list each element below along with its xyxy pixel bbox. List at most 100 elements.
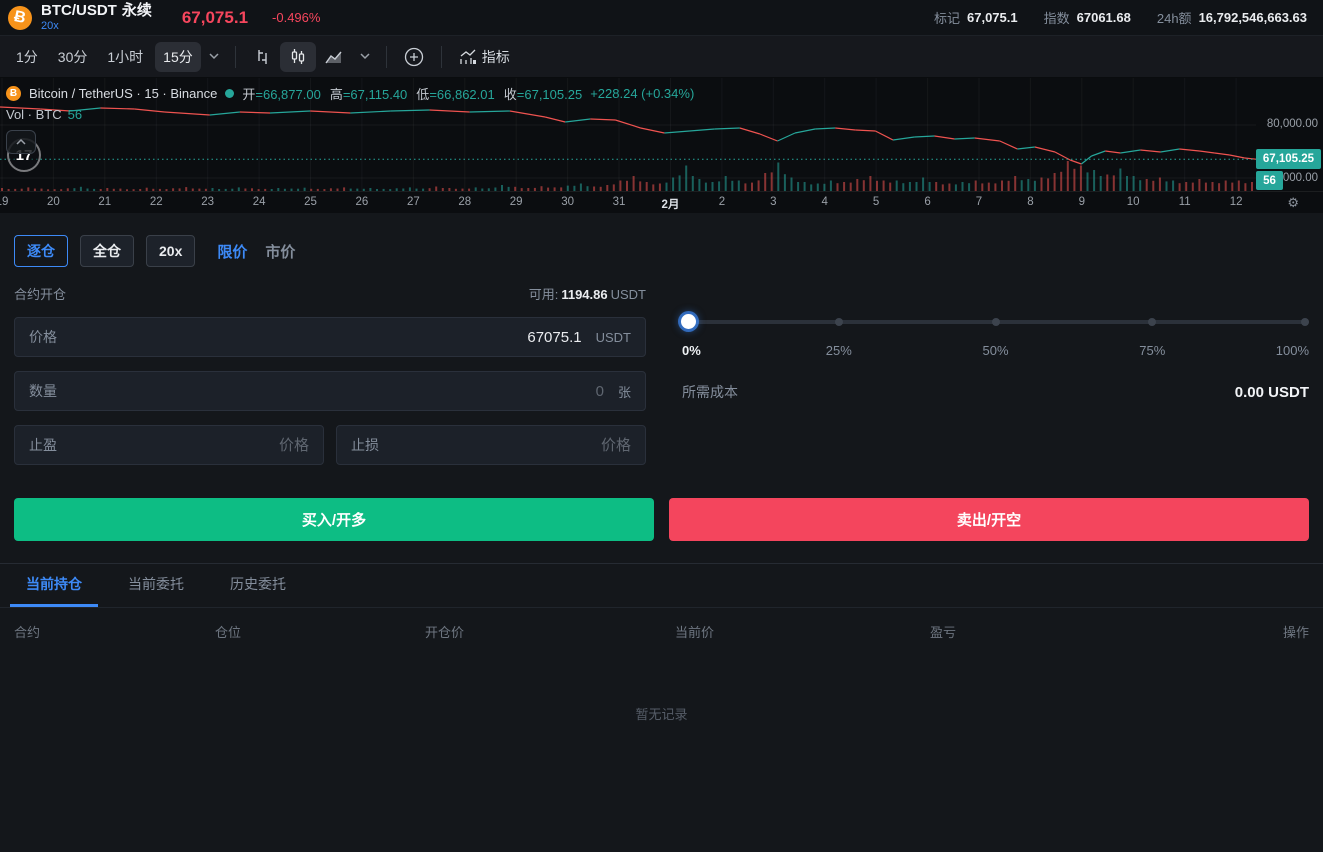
symbol-name: BTC/USDT — [41, 2, 117, 19]
sell-short-button[interactable]: 卖出/开空 — [669, 498, 1309, 541]
price-axis-label-partial: 000.00 — [1283, 172, 1318, 184]
column-header: 合约 — [14, 622, 215, 641]
slider-tick-50[interactable] — [992, 318, 1000, 326]
take-profit-field[interactable]: 止盈 — [14, 425, 324, 465]
indicators-button[interactable]: 指标 — [450, 42, 518, 72]
time-label: 20 — [47, 196, 60, 208]
price-chart[interactable]: Ƀ Bitcoin / TetherUS · 15 · Binance 开=66… — [0, 78, 1323, 213]
time-label: 25 — [304, 196, 317, 208]
toolbar-divider — [441, 46, 442, 68]
stat-value: 67061.68 — [1077, 10, 1131, 25]
order-mode-row: 逐仓全仓 20x 限价市价 — [14, 235, 646, 267]
column-header: 盈亏 — [930, 622, 1249, 641]
slider-percent-labels: 0%25%50%75%100% — [682, 343, 1309, 358]
btc-mini-icon: Ƀ — [6, 86, 21, 101]
last-price: 67,075.1 — [182, 8, 248, 28]
cost-value: 0.00 USDT — [1235, 384, 1309, 401]
time-label: 19 — [0, 196, 8, 208]
time-label: 7 — [976, 196, 982, 208]
interval-dropdown-button[interactable] — [201, 48, 227, 65]
bar-chart-type-button[interactable] — [244, 42, 280, 72]
price-field-suffix: USDT — [596, 330, 631, 345]
toolbar-divider — [386, 46, 387, 68]
positions-tab[interactable]: 当前委托 — [112, 563, 200, 607]
ohlc-change: +228.24 (+0.34%) — [590, 86, 694, 101]
axis-settings-gear-icon[interactable]: ⚙ — [1287, 195, 1299, 211]
slider-handle[interactable] — [681, 314, 696, 329]
chevron-down-icon — [360, 53, 370, 60]
slider-tick-100[interactable] — [1301, 318, 1309, 326]
market-status-dot — [225, 89, 234, 98]
interval-button[interactable]: 1分 — [8, 42, 46, 72]
time-label: 4 — [821, 196, 827, 208]
order-type-tab[interactable]: 限价 — [217, 241, 247, 262]
ohlc-value: =66,862.01 — [429, 87, 494, 102]
stop-loss-field[interactable]: 止损 — [336, 425, 646, 465]
margin-mode-button[interactable]: 全仓 — [80, 235, 134, 267]
trading-app: Ƀ BTC/USDT永续 20x 67,075.1 -0.496% 标记67,0… — [0, 0, 1323, 852]
symbol-selector[interactable]: BTC/USDT 永续 20x — [41, 3, 152, 33]
ohlc-value: =67,105.25 — [517, 87, 582, 102]
ohlc-bars-icon — [252, 47, 272, 67]
ohlc-item: 低=66,862.01 — [416, 84, 494, 103]
leverage-tag: 20x — [41, 20, 152, 32]
price-field-label: 价格 — [29, 327, 57, 347]
price-axis[interactable]: 80,000.00 000.00 67,105.25 56 — [1256, 78, 1323, 191]
order-type-tab[interactable]: 市价 — [265, 241, 295, 262]
buy-long-button[interactable]: 买入/开多 — [14, 498, 654, 541]
time-label: 22 — [150, 196, 163, 208]
stop-loss-input[interactable] — [379, 437, 631, 454]
chevron-down-icon — [209, 53, 219, 60]
indicators-label: 指标 — [482, 47, 510, 67]
chart-type-dropdown-button[interactable] — [352, 48, 378, 65]
section-title: 合约开仓 — [14, 284, 66, 303]
margin-mode-button[interactable]: 逐仓 — [14, 235, 68, 267]
area-chart-type-button[interactable] — [316, 43, 352, 71]
time-label: 9 — [1079, 196, 1085, 208]
volume-value: 56 — [68, 107, 82, 122]
column-header: 开仓价 — [425, 622, 675, 641]
candle-chart-type-button[interactable] — [280, 42, 316, 72]
time-label: 2月 — [662, 196, 680, 212]
positions-section: 当前持仓当前委托历史委托 合约仓位开仓价当前价盈亏操作 暂无记录 — [0, 563, 1323, 723]
market-stats: 标记67,075.1指数67061.6824h额16,792,546,663.6… — [934, 8, 1307, 27]
positions-tab[interactable]: 历史委托 — [214, 563, 302, 607]
stat-value: 16,792,546,663.63 — [1199, 10, 1307, 25]
leverage-button[interactable]: 20x — [146, 235, 195, 267]
time-label: 2 — [719, 196, 725, 208]
price-input[interactable] — [57, 329, 582, 346]
amount-percent-slider[interactable] — [682, 314, 1309, 330]
chart-collapse-button[interactable] — [6, 130, 36, 154]
indicators-icon — [458, 48, 478, 66]
btc-coin-icon: Ƀ — [8, 6, 32, 30]
chevron-up-icon — [16, 139, 26, 145]
interval-button[interactable]: 30分 — [50, 42, 96, 72]
compare-add-symbol-button[interactable] — [395, 41, 433, 73]
time-label: 30 — [561, 196, 574, 208]
amount-input[interactable] — [57, 383, 604, 400]
interval-button[interactable]: 15分 — [155, 42, 201, 72]
slider-tick-75[interactable] — [1148, 318, 1156, 326]
price-field[interactable]: 价格 USDT — [14, 317, 646, 357]
time-label: 5 — [873, 196, 879, 208]
ohlc-value: =66,877.00 — [255, 87, 320, 102]
slider-percent-label: 100% — [1276, 343, 1309, 358]
column-header: 仓位 — [215, 622, 425, 641]
ohlc-label: 收 — [504, 87, 517, 102]
ohlc-value: =67,115.40 — [343, 87, 407, 102]
column-header: 当前价 — [675, 622, 930, 641]
contract-type: 永续 — [122, 2, 152, 19]
ohlc-label: 高 — [330, 87, 343, 102]
time-label: 8 — [1027, 196, 1033, 208]
time-label: 23 — [201, 196, 214, 208]
time-axis[interactable]: 192021222324252627282930312月234567891011… — [0, 191, 1323, 213]
current-price-badge: 67,105.25 — [1256, 149, 1321, 169]
volume-legend: Vol · BTC56 — [6, 107, 82, 122]
stat-label: 标记 — [934, 8, 960, 27]
column-header: 操作 — [1249, 622, 1309, 641]
interval-button[interactable]: 1小时 — [99, 42, 151, 72]
amount-field[interactable]: 数量 张 — [14, 371, 646, 411]
take-profit-input[interactable] — [57, 437, 309, 454]
slider-tick-25[interactable] — [835, 318, 843, 326]
positions-tab[interactable]: 当前持仓 — [10, 563, 98, 607]
